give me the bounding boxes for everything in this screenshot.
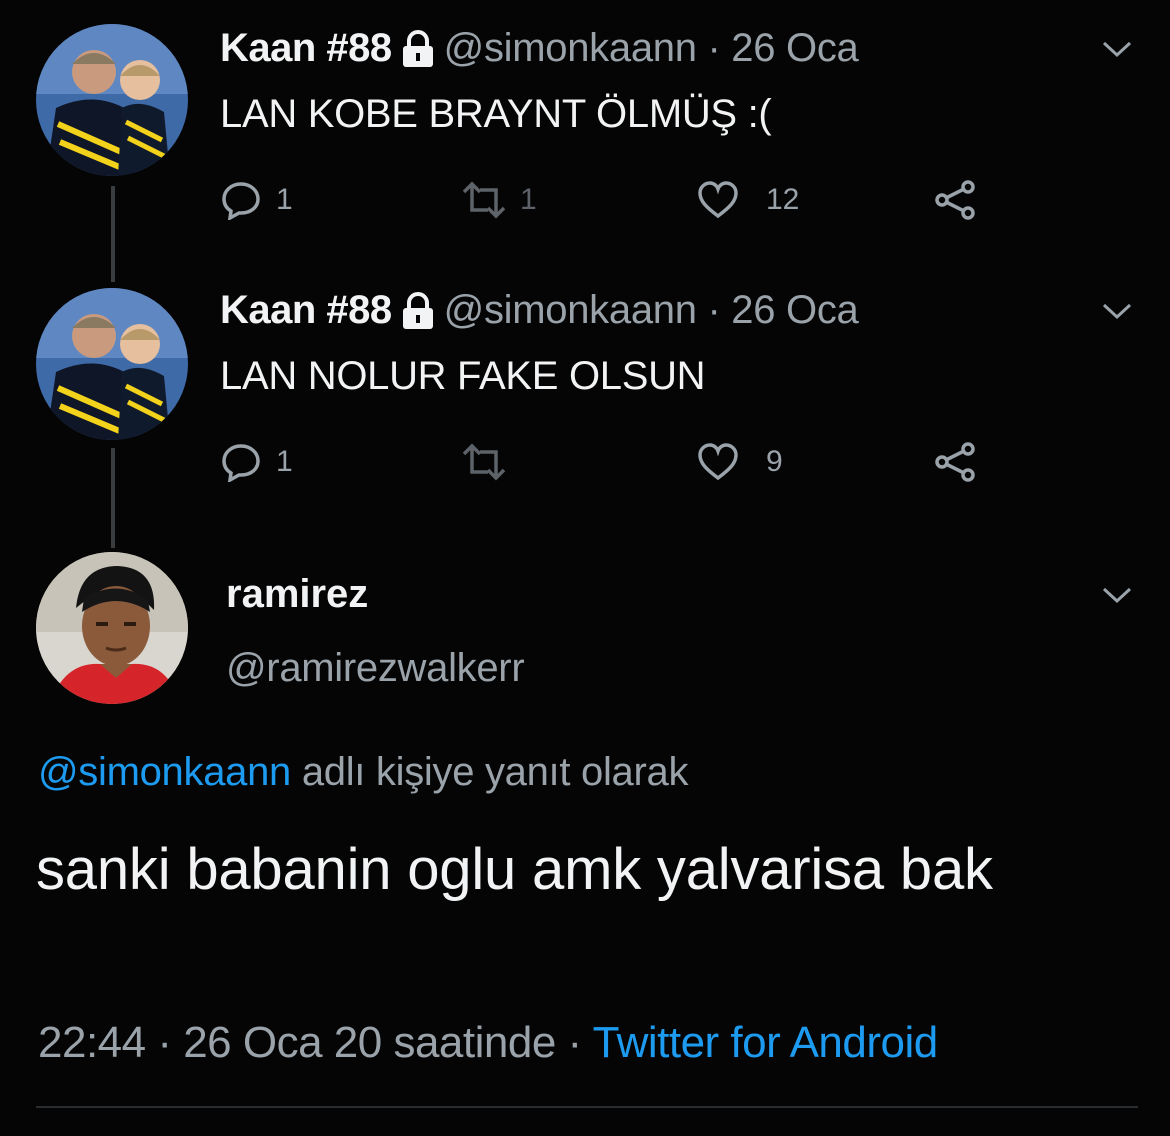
like-count: 12 [766,183,800,216]
reply-icon [222,182,260,220]
share-icon [935,442,975,482]
tweet-text: sanki babanin oglu amk yalvarisa bak [36,837,993,902]
thread-line-2 [111,448,115,548]
retweet-icon [462,443,506,481]
reply-button[interactable]: 1 [220,442,293,482]
retweet-button[interactable] [456,442,526,482]
avatar[interactable] [36,288,188,440]
lock-icon [402,29,433,67]
tweet-source[interactable]: Twitter for Android [593,1018,939,1067]
share-icon [935,180,975,220]
like-icon [698,181,738,219]
like-icon [698,443,738,481]
chevron-down-icon[interactable] [1100,300,1134,322]
share-button[interactable] [934,442,978,482]
avatar[interactable] [36,24,188,176]
tweet-header: Kaan #88 @simonkaann · 26 Oca [220,288,859,333]
chevron-down-icon[interactable] [1100,38,1134,60]
divider [36,1106,1138,1108]
like-count: 9 [766,445,783,478]
display-name[interactable]: Kaan #88 [220,288,392,333]
tweet-timestamp[interactable]: 22:44 · 26 Oca 20 saatinde · [38,1018,593,1067]
lock-icon [402,291,433,329]
reply-button[interactable]: 1 [220,180,293,220]
reply-count: 1 [276,445,293,478]
reply-icon [222,444,260,482]
retweet-button[interactable]: 1 [456,180,537,220]
share-button[interactable] [934,180,978,220]
tweet-meta: 22:44 · 26 Oca 20 saatinde · Twitter for… [38,1018,938,1068]
reply-suffix: adlı kişiye yanıt olarak [301,750,689,794]
mention-link[interactable]: @simonkaann [38,750,291,794]
avatar[interactable] [36,552,188,704]
tweet-text: LAN KOBE BRAYNT ÖLMÜŞ :( [220,92,772,136]
retweet-icon [462,181,506,219]
user-handle[interactable]: @ramirezwalkerr [226,646,525,691]
handle-date[interactable]: @simonkaann · 26 Oca [444,26,859,71]
thread-line-1 [111,186,115,282]
tweet-header: Kaan #88 @simonkaann · 26 Oca [220,26,859,71]
like-button[interactable]: 12 [696,180,799,220]
handle-date[interactable]: @simonkaann · 26 Oca [444,288,859,333]
reply-count: 1 [276,183,293,216]
tweet-text: LAN NOLUR FAKE OLSUN [220,354,706,398]
display-name[interactable]: Kaan #88 [220,26,392,71]
replying-to: @simonkaann adlı kişiye yanıt olarak [38,750,688,795]
like-button[interactable]: 9 [696,442,783,482]
chevron-down-icon[interactable] [1100,584,1134,606]
display-name[interactable]: ramirez [226,572,368,617]
retweet-count: 1 [520,183,537,216]
